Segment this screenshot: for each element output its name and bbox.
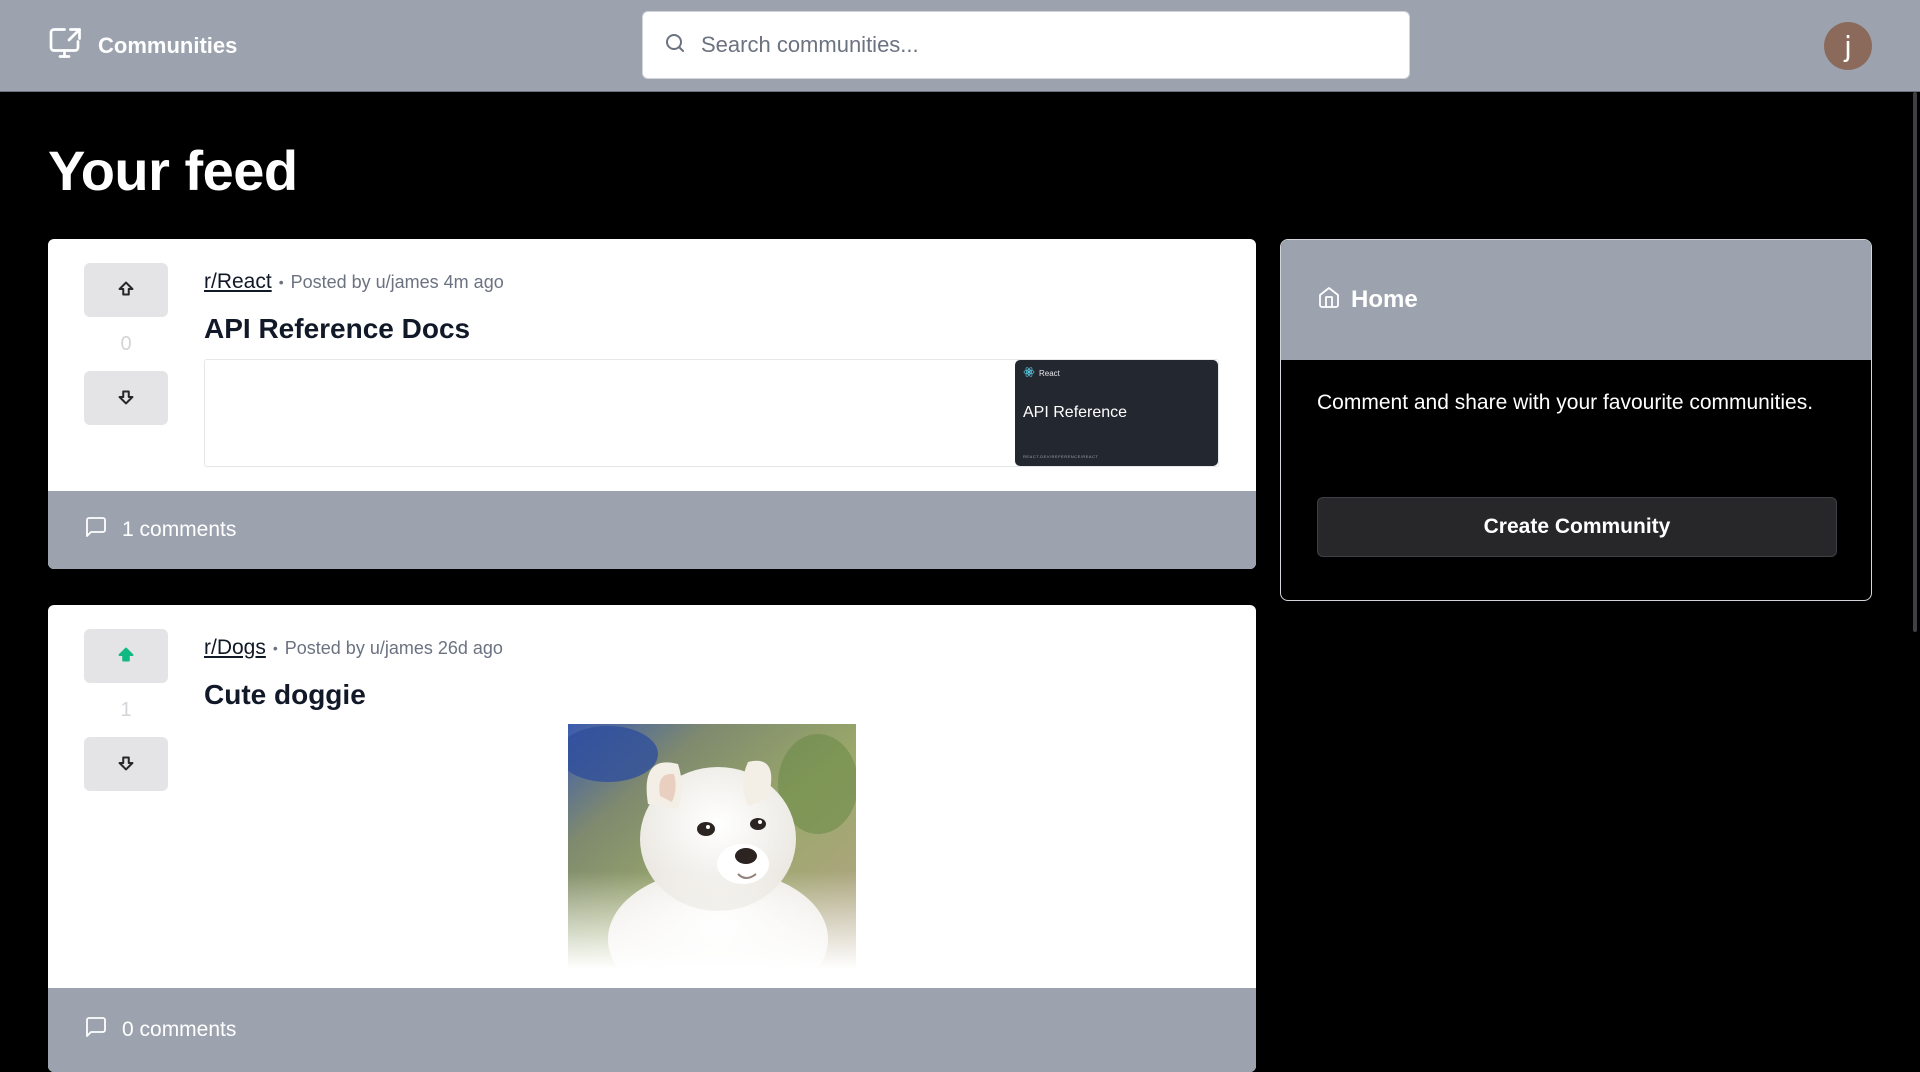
arrow-big-down-icon bbox=[115, 386, 137, 411]
sidebar-header: Home bbox=[1281, 240, 1871, 360]
react-logo-text: React bbox=[1039, 368, 1060, 378]
vote-count: 0 bbox=[120, 332, 132, 355]
vote-column: 0 bbox=[84, 263, 168, 425]
sidebar-heading: Home bbox=[1351, 286, 1418, 313]
message-square-icon bbox=[84, 515, 108, 545]
post-card: 0 r/React • Posted by u/james 4m ago API… bbox=[48, 239, 1256, 569]
upvote-button[interactable] bbox=[84, 263, 168, 317]
post-title[interactable]: Cute doggie bbox=[204, 679, 1222, 711]
comments-link[interactable]: 0 comments bbox=[48, 988, 1256, 1072]
home-icon bbox=[1317, 285, 1341, 316]
monitor-icon bbox=[48, 25, 84, 67]
react-logo: React bbox=[1023, 366, 1060, 380]
scrollbar-thumb[interactable] bbox=[1913, 92, 1917, 632]
vote-column: 1 bbox=[84, 629, 168, 791]
downvote-button[interactable] bbox=[84, 371, 168, 425]
posted-by-text: Posted by u/james 26d ago bbox=[284, 637, 503, 658]
scrollbar[interactable] bbox=[1910, 92, 1920, 1072]
downvote-button[interactable] bbox=[84, 737, 168, 791]
preview-url: REACT.DEV/REFERENCE/REACT bbox=[1023, 454, 1099, 459]
page-title: Your feed bbox=[48, 139, 298, 202]
comments-link[interactable]: 1 comments bbox=[48, 491, 1256, 569]
vote-count: 1 bbox=[120, 698, 132, 721]
post-body: r/Dogs • Posted by u/james 26d ago Cute … bbox=[204, 635, 1222, 711]
link-preview-thumbnail: React API Reference REACT.DEV/REFERENCE/… bbox=[1015, 360, 1218, 466]
arrow-big-down-icon bbox=[115, 752, 137, 777]
meta-separator: • bbox=[278, 274, 284, 290]
search-icon bbox=[663, 31, 687, 60]
meta-separator: • bbox=[272, 640, 278, 656]
post-title[interactable]: API Reference Docs bbox=[204, 313, 1222, 345]
message-square-icon bbox=[84, 1015, 108, 1045]
react-atom-icon bbox=[1023, 366, 1035, 380]
subreddit-link[interactable]: r/Dogs bbox=[204, 636, 266, 660]
post-card: 1 r/Dogs • Posted by u/james 26d ago Cut… bbox=[48, 605, 1256, 1072]
arrow-big-up-icon bbox=[115, 278, 137, 303]
home-sidebar: Home Comment and share with your favouri… bbox=[1280, 239, 1872, 601]
search-input[interactable] bbox=[701, 32, 1381, 58]
comments-count: 1 comments bbox=[122, 518, 237, 541]
top-navbar: Communities j bbox=[0, 0, 1920, 92]
sidebar-description: Comment and share with your favourite co… bbox=[1317, 391, 1814, 414]
create-community-button[interactable]: Create Community bbox=[1317, 497, 1837, 557]
arrow-big-up-filled-icon bbox=[115, 644, 137, 669]
post-image[interactable] bbox=[558, 724, 858, 1009]
post-meta: r/Dogs • Posted by u/james 26d ago bbox=[204, 635, 1222, 661]
post-body: r/React • Posted by u/james 4m ago API R… bbox=[204, 269, 1222, 345]
brand-link[interactable]: Communities bbox=[48, 27, 237, 65]
user-avatar[interactable]: j bbox=[1824, 22, 1872, 70]
subreddit-link[interactable]: r/React bbox=[204, 270, 272, 294]
link-preview[interactable]: React API Reference REACT.DEV/REFERENCE/… bbox=[204, 359, 1219, 467]
preview-heading: API Reference bbox=[1023, 404, 1128, 421]
post-meta: r/React • Posted by u/james 4m ago bbox=[204, 269, 1222, 295]
search-bar[interactable] bbox=[642, 11, 1410, 79]
comments-count: 0 comments bbox=[122, 1018, 237, 1041]
posted-by-text: Posted by u/james 4m ago bbox=[290, 271, 504, 292]
upvote-button[interactable] bbox=[84, 629, 168, 683]
brand-label: Communities bbox=[98, 33, 238, 58]
